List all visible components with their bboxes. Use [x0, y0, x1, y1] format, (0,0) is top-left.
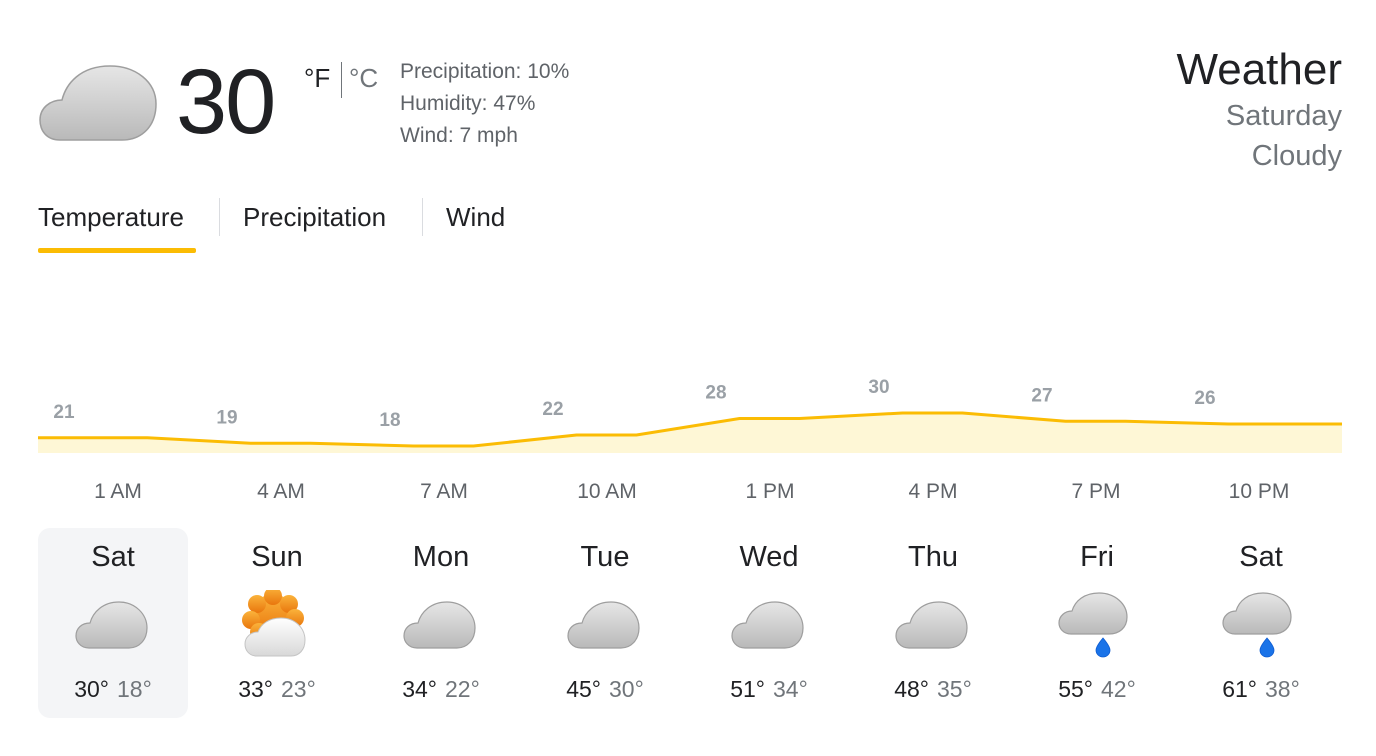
cloudy-icon [895, 601, 968, 649]
time-axis-label: 1 AM [94, 480, 142, 503]
forecast-low-temp: 38° [1265, 676, 1300, 702]
forecast-day-name: Sat [91, 541, 135, 573]
rain-icon [1222, 592, 1292, 658]
unit-fahrenheit-button[interactable]: °F [304, 62, 330, 94]
time-axis-label: 7 AM [420, 480, 468, 503]
forecast-low-temp: 23° [281, 676, 316, 702]
forecast-day-name: Wed [739, 541, 799, 573]
forecast-day-icon [1221, 590, 1301, 662]
current-temperature: 30 [176, 51, 276, 153]
forecast-low-temp: 22° [445, 676, 480, 702]
temperature-data-label: 22 [542, 399, 563, 420]
rain-icon [1058, 592, 1128, 658]
forecast-high-temp: 45° [566, 676, 601, 702]
forecast-day-icon [237, 587, 317, 662]
forecast-day-name: Thu [908, 541, 958, 573]
forecast-day-name: Mon [412, 541, 470, 573]
forecast-day-icon [565, 590, 645, 662]
forecast-day-icon [729, 590, 809, 662]
forecast-high-temp: 51° [730, 676, 765, 702]
cloudy-icon [39, 65, 157, 141]
temperature-data-label: 28 [705, 383, 726, 404]
forecast-day-card[interactable]: Tue 45° 30° [530, 528, 680, 718]
forecast-day-card[interactable]: Fri 55° 42° [1022, 528, 1172, 718]
time-axis-label: 7 PM [1071, 480, 1121, 503]
forecast-low-temp: 42° [1101, 676, 1136, 702]
tab-precipitation[interactable]: Precipitation [243, 200, 386, 234]
forecast-day-card[interactable]: Thu 48° 35° [858, 528, 1008, 718]
time-axis-label: 4 PM [908, 480, 958, 503]
forecast-day-icon [893, 590, 973, 662]
forecast-low-temp: 34° [773, 676, 808, 702]
forecast-low-temp: 30° [609, 676, 644, 702]
forecast-day-name: Sat [1239, 541, 1283, 573]
temperature-data-label: 19 [216, 407, 237, 428]
time-axis-label: 4 AM [257, 480, 305, 503]
temperature-data-label: 30 [868, 377, 889, 398]
forecast-day-card[interactable]: Wed 51° 34° [694, 528, 844, 718]
forecast-high-temp: 61° [1222, 676, 1257, 702]
time-axis-label: 10 PM [1228, 480, 1290, 503]
time-axis-label: 1 PM [745, 480, 795, 503]
forecast-high-temp: 33° [238, 676, 273, 702]
cloudy-icon [403, 601, 476, 649]
temperature-data-label: 18 [379, 410, 400, 431]
unit-divider [341, 62, 342, 98]
temperature-data-label: 26 [1194, 388, 1215, 409]
active-tab-indicator [38, 248, 196, 253]
forecast-low-temp: 18° [117, 676, 152, 702]
temperature-chart: 21 19 18 22 28 30 27 26 [38, 377, 1342, 453]
wind-detail: Wind: 7 mph [400, 124, 518, 147]
forecast-temps: 30° 18° [38, 675, 188, 703]
temperature-data-label: 27 [1031, 385, 1052, 406]
forecast-high-temp: 48° [894, 676, 929, 702]
tab-temperature[interactable]: Temperature [38, 200, 184, 234]
temperature-data-label: 21 [53, 402, 75, 423]
weather-title: Weather [1176, 45, 1343, 94]
forecast-temps: 61° 38° [1186, 675, 1336, 703]
forecast-day-name: Fri [1080, 541, 1114, 573]
cloudy-icon [731, 601, 804, 649]
tab-wind[interactable]: Wind [446, 200, 505, 234]
forecast-temps: 51° 34° [694, 675, 844, 703]
forecast-low-temp: 35° [937, 676, 972, 702]
tab-divider [219, 198, 220, 236]
forecast-day-icon [73, 590, 153, 662]
time-axis-label: 10 AM [577, 480, 637, 503]
forecast-day-card[interactable]: Sat 30° 18° [38, 528, 188, 718]
forecast-temps: 55° 42° [1022, 675, 1172, 703]
weather-day: Saturday [1225, 100, 1342, 132]
unit-celsius-button[interactable]: °C [349, 62, 378, 94]
cloudy-icon [75, 601, 148, 649]
forecast-temps: 45° 30° [530, 675, 680, 703]
forecast-day-icon [401, 590, 481, 662]
partly-sunny-icon [242, 587, 306, 657]
forecast-high-temp: 30° [74, 676, 109, 702]
current-weather-icon [38, 58, 158, 148]
cloudy-icon [567, 601, 640, 649]
precipitation-detail: Precipitation: 10% [400, 60, 570, 83]
forecast-day-card[interactable]: Sat 61° 38° [1186, 528, 1336, 718]
forecast-day-card[interactable]: Sun 33° 23° [202, 528, 352, 718]
forecast-day-name: Sun [251, 541, 303, 573]
forecast-high-temp: 55° [1058, 676, 1093, 702]
forecast-temps: 48° 35° [858, 675, 1008, 703]
forecast-temps: 34° 22° [366, 675, 516, 703]
forecast-day-icon [1057, 590, 1137, 662]
weather-condition: Cloudy [1251, 140, 1342, 172]
humidity-detail: Humidity: 47% [400, 92, 536, 115]
forecast-day-card[interactable]: Mon 34° 22° [366, 528, 516, 718]
forecast-day-name: Tue [580, 541, 630, 573]
tab-divider [422, 198, 423, 236]
forecast-high-temp: 34° [402, 676, 437, 702]
forecast-temps: 33° 23° [202, 675, 352, 703]
